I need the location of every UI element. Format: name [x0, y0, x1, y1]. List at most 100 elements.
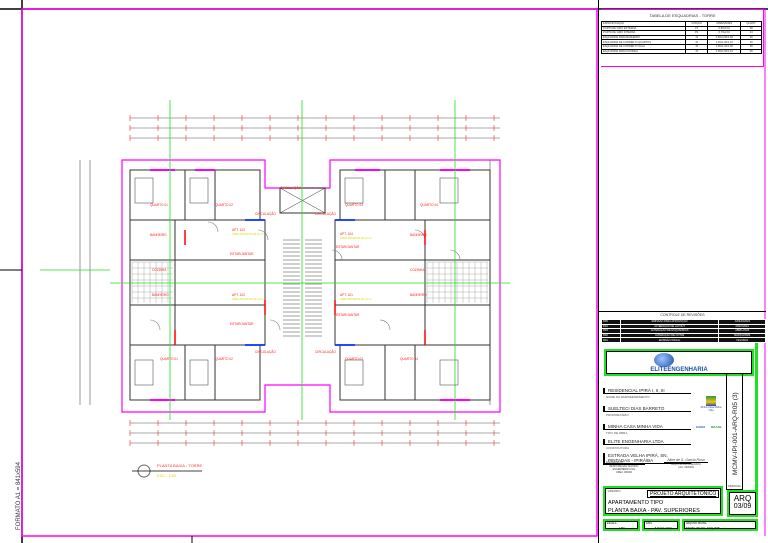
- table-cell: 1,00x1,00/1,10: [707, 48, 742, 55]
- room-area: ÁREA PRIVATIVA 40,13 m²: [340, 298, 372, 301]
- room-wall: [184, 344, 216, 401]
- room-label-circ: CIRCULAÇÃO: [315, 350, 336, 354]
- room-label-q1: QUARTO 01: [150, 203, 168, 207]
- revisions-table: R05 EMISSÃO PARA APROVAÇÃO JUNHO/2024 R04 AL…: [601, 319, 766, 343]
- room-label-apt102: APT. 102: [232, 293, 245, 297]
- room-label-circ: CIRCULAÇÃO: [280, 186, 301, 190]
- sheet-number: 03/09: [733, 503, 752, 510]
- room-area: ÁREA PRIVATIVA 40,13 m²: [340, 237, 372, 240]
- room-label-coz: COZINHA: [410, 268, 425, 272]
- table-cell: J4: [684, 48, 709, 55]
- room-wall: [424, 219, 491, 261]
- room-wall: [414, 169, 491, 221]
- room-wall: [129, 259, 176, 306]
- mcmv-logo: Minha Casa Minha Vida: [698, 396, 724, 420]
- room-label-q3: QUARTO 03: [345, 357, 363, 361]
- room-label-circ: CIRCULAÇÃO: [255, 350, 276, 354]
- company-logo: ELITEENGENHARIA: [604, 349, 754, 376]
- room-label-q3: QUARTO 03: [345, 203, 363, 207]
- room-label-coz: COZINHA: [152, 268, 167, 272]
- door-swing: [269, 319, 281, 331]
- room-wall: [339, 344, 386, 401]
- room-area: ÁREA PRIVATIVA 40,13 m²: [232, 233, 264, 236]
- room-label-estar: ESTAR/JANTAR: [230, 322, 254, 326]
- room-wall: [424, 304, 491, 346]
- room-label-estar: ESTAR/JANTAR: [336, 245, 360, 249]
- room-label-bwc: BANHEIRO: [410, 233, 427, 237]
- signature-left: RESPONSÁVEL TÉCNICO ENGENHEIRO CIVIL CREA:…: [603, 464, 645, 474]
- table-cell: 08: [740, 48, 762, 55]
- table-cell: FEV/2024: [718, 337, 766, 343]
- bed: [189, 177, 209, 204]
- globe-icon: [654, 353, 674, 367]
- sheet-code: ARQ: [733, 494, 752, 503]
- table-cell: ESQUADRIA PARA COZINHA: [601, 48, 686, 55]
- project-box: ASSUNTO PROJETO ARQUITETÔNICO APARTAMENT…: [603, 486, 723, 516]
- door-swing: [379, 319, 391, 331]
- door-swing: [331, 249, 343, 261]
- room-wall: [414, 344, 491, 401]
- room-wall: [184, 169, 216, 221]
- plan-title: PLANTA BAIXA - TORRE: [157, 463, 203, 468]
- room-wall: [334, 304, 426, 346]
- signature-right: Aline de S. Garcia Rosa ARQUITETA E URBA…: [664, 458, 708, 469]
- room-wall: [129, 344, 186, 401]
- bed: [134, 177, 154, 204]
- room-label-apt104: APT. 104: [340, 232, 353, 236]
- room-wall: [339, 169, 386, 221]
- title-block: TABELA DE ESQUADRIAS - TORRE ESPECIFICAÇ…: [598, 0, 768, 543]
- room-label-estar: ESTAR/JANTAR: [336, 313, 360, 317]
- bed: [134, 359, 154, 386]
- schedule-title: TABELA DE ESQUADRIAS - TORRE: [649, 13, 716, 18]
- file-box: ARQUIVO DIGITAL MCMV-IPI-001-ARQ-R05: [682, 519, 758, 531]
- format-label: FORMATO A1 = 841x594: [16, 462, 22, 530]
- bed: [344, 359, 364, 386]
- floor-plan: [40, 100, 510, 446]
- room-wall: [129, 219, 176, 261]
- table-cell: R01: [601, 337, 621, 343]
- room-label-bwc: BANHEIRO: [410, 293, 427, 297]
- plan-scale: ESC.: 1/50: [157, 473, 177, 478]
- schedule-table: ESPECIFICAÇÃO CÓDIGO DIMENSÕES QUANT. PORTA …: [601, 21, 762, 55]
- door-window-schedule: TABELA DE ESQUADRIAS - TORRE ESPECIFICAÇ…: [601, 9, 764, 67]
- project-field-label: NOME DO EMPREENDIMENTO: [606, 395, 650, 399]
- caixa-logo: CAIXA: [696, 425, 706, 429]
- room-label-apt103: APT. 103: [232, 228, 245, 232]
- room-label-circ: CIRCULAÇÃO: [255, 212, 276, 216]
- room-label-bwc: BANHEIRO: [152, 293, 169, 297]
- room-label-bwc: BANHEIRO: [150, 233, 167, 237]
- project-field-label: CONSTRUTORA: [606, 446, 630, 450]
- room-wall: [384, 344, 416, 401]
- room-area: ÁREA PRIVATIVA 40,13 m²: [232, 298, 264, 301]
- project-field: MINHA CASA MINHA VIDA: [603, 424, 691, 430]
- room-label-q2: QUARTO 02: [215, 357, 233, 361]
- door-swing: [149, 319, 161, 331]
- table-cell: EMISSÃO INICIAL: [619, 337, 720, 343]
- discipline: PROJETO ARQUITETÔNICO: [647, 490, 720, 498]
- room-wall: [129, 169, 186, 221]
- drawing-border: [21, 8, 598, 537]
- project-line2: PLANTA BAIXA - PAV. SUPERIORES: [608, 508, 700, 514]
- project-field: RESIDENCIAL IPIRÁ I, II, III: [603, 388, 691, 394]
- sheet-number-box: ARQ 03/09: [727, 490, 758, 517]
- room-label-apt101: APT. 101: [340, 293, 353, 297]
- room-label-circ: CIRCULAÇÃO: [315, 212, 336, 216]
- revisions-title: CONTROLE DE REVISÕES: [660, 313, 705, 317]
- room-wall: [214, 344, 261, 401]
- project-field-label: PROPRIETÁRIO: [606, 413, 629, 417]
- room-label-q1: QUARTO 01: [160, 357, 178, 361]
- room-wall: [384, 169, 416, 221]
- table-row: R01 EMISSÃO INICIAL FEV/2024: [601, 337, 766, 343]
- room-label-estar: ESTAR/JANTAR: [230, 252, 254, 256]
- room-label-q4: QUARTO 04: [420, 203, 438, 207]
- room-wall: [214, 169, 261, 221]
- project-line1: APARTAMENTO TIPO: [608, 500, 664, 506]
- room-wall: [424, 259, 491, 306]
- room-wall: [334, 219, 426, 261]
- project-field-label: TIPO DE OBRA: [606, 431, 628, 435]
- project-field: ELITE ENGENHARIA LTDA: [603, 439, 691, 445]
- room-wall: [129, 304, 176, 346]
- project-field: SUELTECI DIAS BARRETO: [603, 406, 691, 412]
- sheet-label: PRANCHA: [728, 485, 741, 488]
- bed: [344, 177, 364, 204]
